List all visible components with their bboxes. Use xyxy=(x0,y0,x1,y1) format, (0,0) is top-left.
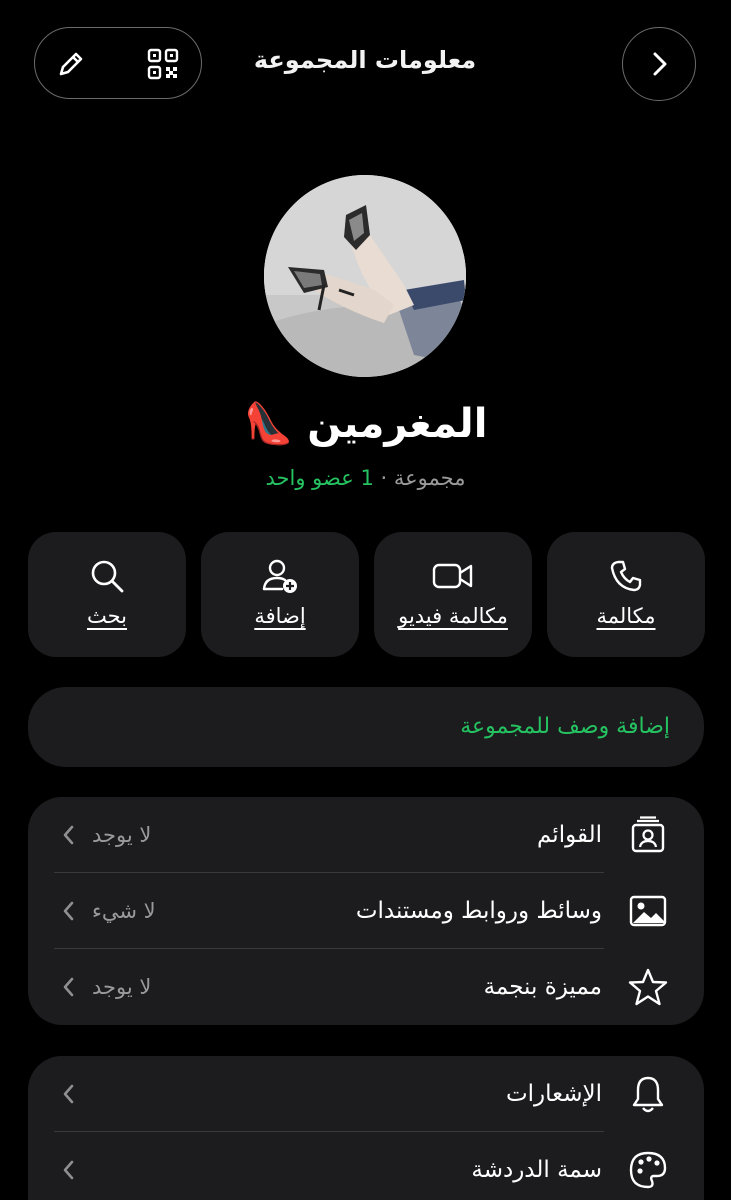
search-label: بحث xyxy=(86,604,128,628)
search-icon xyxy=(28,556,186,596)
chevron-left-icon xyxy=(63,977,74,997)
add-description-row[interactable]: إضافة وصف للمجموعة xyxy=(28,687,704,767)
add-person-icon xyxy=(201,556,359,596)
notifications-row[interactable]: الإشعارات xyxy=(28,1056,704,1132)
media-label: وسائط وروابط ومستندات xyxy=(355,898,602,924)
add-description-label: إضافة وصف للمجموعة xyxy=(460,714,670,739)
lists-row[interactable]: القوائم لا يوجد xyxy=(28,797,704,873)
call-label: مكالمة xyxy=(596,604,656,628)
notifications-label: الإشعارات xyxy=(505,1081,602,1107)
lists-label: القوائم xyxy=(536,822,602,848)
back-button[interactable] xyxy=(622,27,696,101)
starred-row[interactable]: مميزة بنجمة لا يوجد xyxy=(28,949,704,1025)
chat-theme-label: سمة الدردشة xyxy=(471,1157,602,1183)
member-count[interactable]: 1 عضو واحد xyxy=(266,466,374,490)
chevron-left-icon xyxy=(63,825,74,845)
chevron-left-icon xyxy=(63,901,74,921)
info-card-settings: الإشعارات سمة الدردشة xyxy=(28,1056,704,1200)
add-member-button[interactable]: إضافة xyxy=(201,532,359,657)
group-info-screen: معلومات المجموعة المغرمين 👠 مجموعة · 1 ع… xyxy=(0,0,731,1200)
media-links-docs-row[interactable]: وسائط وروابط ومستندات لا شيء xyxy=(28,873,704,949)
chevron-right-icon xyxy=(653,52,667,76)
starred-value: لا يوجد xyxy=(92,975,152,999)
lists-icon xyxy=(628,815,668,855)
image-icon xyxy=(628,891,668,931)
group-subtitle: مجموعة · 1 عضو واحد xyxy=(150,460,581,496)
chevron-left-icon xyxy=(63,1160,74,1180)
page-title: معلومات المجموعة xyxy=(253,46,477,74)
chat-theme-row[interactable]: سمة الدردشة xyxy=(28,1132,704,1200)
search-button[interactable]: بحث xyxy=(28,532,186,657)
call-button[interactable]: مكالمة xyxy=(547,532,705,657)
pencil-icon[interactable] xyxy=(51,44,91,84)
starred-label: مميزة بنجمة xyxy=(483,974,602,1000)
phone-icon xyxy=(547,556,705,596)
group-name: المغرمين 👠 xyxy=(243,401,488,447)
video-call-label: مكالمة فيديو xyxy=(398,604,508,628)
video-call-button[interactable]: مكالمة فيديو xyxy=(374,532,532,657)
separator-dot: · xyxy=(380,466,388,490)
video-camera-icon xyxy=(374,556,532,596)
star-icon xyxy=(628,967,668,1007)
chevron-left-icon xyxy=(63,1084,74,1104)
qr-code-icon[interactable] xyxy=(143,44,183,84)
bell-icon xyxy=(628,1074,668,1114)
lists-value: لا يوجد xyxy=(92,823,152,847)
group-avatar[interactable] xyxy=(264,175,466,377)
header-actions-pill xyxy=(34,27,202,99)
add-member-label: إضافة xyxy=(254,604,306,628)
media-value: لا شيء xyxy=(92,899,156,923)
info-card-primary: القوائم لا يوجد وسائط وروابط ومستندات لا… xyxy=(28,797,704,1025)
group-type: مجموعة xyxy=(393,466,466,490)
palette-icon xyxy=(628,1150,668,1190)
